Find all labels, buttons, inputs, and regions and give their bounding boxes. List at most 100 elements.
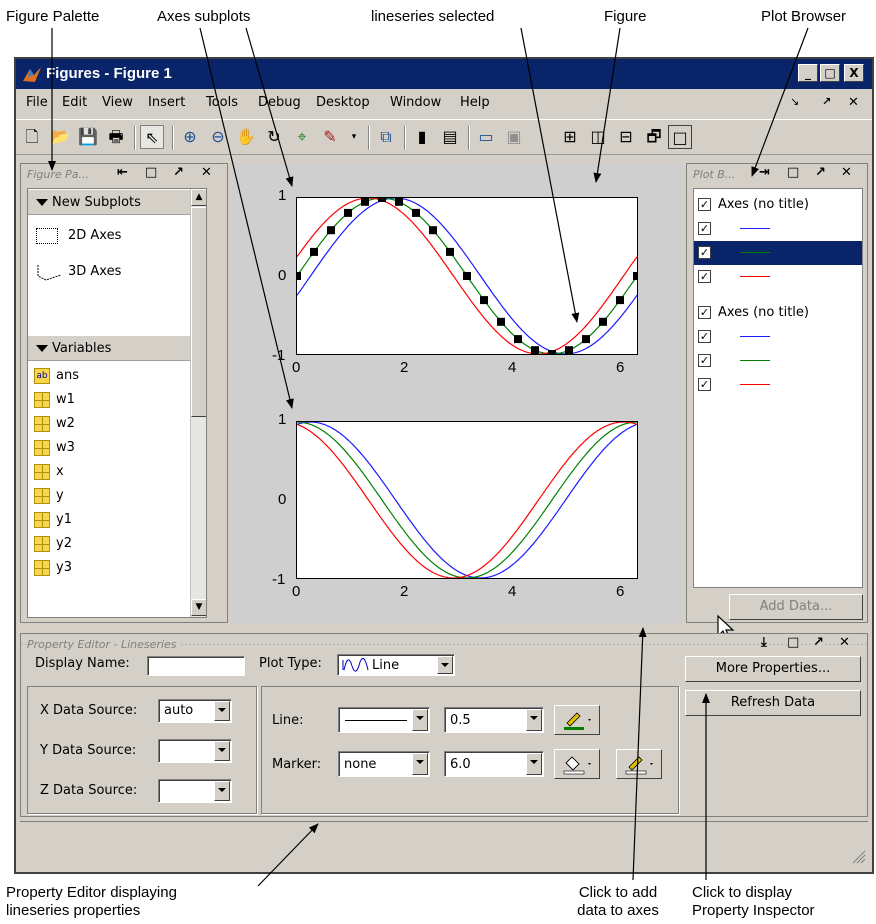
line-item[interactable]: ✓ — [698, 349, 862, 373]
x-source-select[interactable]: auto — [158, 699, 232, 723]
selection-handle[interactable] — [480, 296, 488, 305]
chevron-down-icon[interactable] — [412, 753, 428, 775]
axes-item[interactable]: ✓ Axes (no title) — [698, 301, 862, 325]
selection-handle[interactable] — [531, 346, 539, 354]
selection-handle[interactable] — [378, 198, 386, 202]
selection-handle[interactable] — [361, 198, 369, 206]
selection-handle[interactable] — [582, 335, 590, 344]
chevron-down-icon[interactable] — [214, 701, 230, 721]
pin-icon[interactable]: ⇥ — [759, 165, 770, 180]
selection-handle[interactable] — [548, 350, 556, 354]
axes-bottom-plot[interactable] — [297, 422, 637, 578]
menu-tools[interactable]: Tools — [206, 95, 238, 110]
axes-checkbox[interactable]: ✓ — [698, 198, 711, 211]
palette-scrollbar[interactable]: ▲ ▼ — [190, 189, 206, 617]
marker-size-select[interactable]: 6.0 — [444, 751, 544, 777]
new-subplots-section[interactable]: New Subplots — [28, 189, 206, 215]
close-panel-icon[interactable]: ✕ — [201, 165, 212, 180]
data-cursor-icon[interactable]: ⌖ — [290, 125, 314, 149]
maximize-layout-icon[interactable]: □ — [668, 125, 692, 149]
selection-handle[interactable] — [633, 272, 637, 280]
line-item-selected[interactable]: ✓ — [694, 241, 862, 265]
scroll-up-icon[interactable]: ▲ — [191, 189, 206, 206]
series-line-red[interactable] — [297, 422, 637, 578]
more-properties-button[interactable]: More Properties... — [685, 656, 861, 682]
scroll-thumb[interactable] — [191, 207, 206, 417]
minimize-panel-icon[interactable]: ⤓ — [761, 635, 767, 650]
undock-panel-icon[interactable]: ↗ — [173, 165, 184, 180]
add-data-button[interactable]: Add Data... — [729, 594, 863, 620]
menu-desktop[interactable]: Desktop — [316, 95, 370, 110]
menu-view[interactable]: View — [102, 95, 133, 110]
hide-plot-tools-icon[interactable]: ▭ — [474, 125, 498, 149]
open-folder-icon[interactable]: 📂 — [48, 125, 72, 149]
menu-debug[interactable]: Debug — [258, 95, 301, 110]
marker-select[interactable]: none — [338, 751, 430, 777]
chevron-down-icon[interactable] — [214, 781, 230, 801]
selection-handle[interactable] — [327, 226, 335, 235]
line-checkbox[interactable]: ✓ — [698, 378, 711, 391]
brush-dropdown-icon[interactable]: ▾ — [342, 125, 366, 149]
menu-file[interactable]: File — [26, 95, 48, 110]
close-panel-icon[interactable]: ✕ — [839, 635, 850, 650]
new-file-icon[interactable]: 🗋 — [20, 125, 44, 149]
refresh-data-button[interactable]: Refresh Data — [685, 690, 861, 716]
tile-grid-icon[interactable]: ⊞ — [558, 125, 582, 149]
select-arrow-icon[interactable]: ⇖ — [140, 125, 164, 149]
line-checkbox[interactable]: ✓ — [698, 222, 711, 235]
selection-handle[interactable] — [344, 208, 352, 217]
selection-handle[interactable] — [446, 247, 454, 256]
y-source-select[interactable] — [158, 739, 232, 763]
scroll-down-icon[interactable]: ▼ — [191, 599, 206, 616]
resize-grip-icon[interactable] — [852, 850, 866, 864]
selection-handle[interactable] — [599, 317, 607, 326]
line-item[interactable]: ✓ — [698, 265, 862, 289]
display-name-input[interactable] — [147, 656, 245, 676]
legend-icon[interactable]: ▤ — [438, 125, 462, 149]
colorbar-icon[interactable]: ▮ — [410, 125, 434, 149]
line-item[interactable]: ✓ — [698, 325, 862, 349]
selection-handle[interactable] — [565, 346, 573, 354]
dock-icon[interactable]: ↘ — [790, 95, 799, 108]
maximize-panel-icon[interactable]: □ — [145, 165, 157, 180]
show-plot-tools-icon[interactable]: ▣ — [502, 125, 526, 149]
axes-2d-item[interactable]: 2D Axes — [36, 225, 196, 247]
line-checkbox[interactable]: ✓ — [698, 330, 711, 343]
line-checkbox[interactable]: ✓ — [698, 270, 711, 283]
marker-face-color-button[interactable] — [554, 749, 600, 779]
menu-window[interactable]: Window — [390, 95, 441, 110]
selection-handle[interactable] — [616, 296, 624, 305]
brush-icon[interactable]: ✎ — [318, 125, 342, 149]
selection-handle[interactable] — [395, 198, 403, 206]
link-plot-icon[interactable]: ⧉ — [374, 125, 398, 149]
selection-handle[interactable] — [497, 317, 505, 326]
minimize-button[interactable]: _ — [798, 64, 818, 82]
float-icon[interactable]: 🗗 — [642, 125, 666, 149]
tile-rows-icon[interactable]: ⊟ — [614, 125, 638, 149]
undock-icon[interactable]: ↗ — [822, 95, 831, 108]
zoom-out-icon[interactable]: ⊖ — [206, 125, 230, 149]
print-icon[interactable]: 🖶 — [104, 125, 128, 149]
line-width-select[interactable]: 0.5 — [444, 707, 544, 733]
close-figure-icon[interactable]: ✕ — [848, 95, 859, 110]
line-item[interactable]: ✓ — [698, 217, 862, 241]
pan-hand-icon[interactable]: ✋ — [234, 125, 258, 149]
save-icon[interactable]: 💾 — [76, 125, 100, 149]
line-style-select[interactable] — [338, 707, 430, 733]
rotate-3d-icon[interactable]: ↻ — [262, 125, 286, 149]
plot-type-select[interactable]: Line — [337, 654, 455, 676]
selection-handle[interactable] — [514, 335, 522, 344]
menu-edit[interactable]: Edit — [62, 95, 87, 110]
line-item[interactable]: ✓ — [698, 373, 862, 397]
axes-top[interactable] — [296, 197, 638, 355]
tile-columns-icon[interactable]: ◫ — [586, 125, 610, 149]
pin-icon[interactable]: ⇤ — [117, 165, 128, 180]
axes-item[interactable]: ✓ Axes (no title) — [698, 193, 862, 217]
line-color-button[interactable] — [554, 705, 600, 735]
undock-panel-icon[interactable]: ↗ — [815, 165, 826, 180]
close-button[interactable]: X — [844, 64, 864, 82]
axes-checkbox[interactable]: ✓ — [698, 306, 711, 319]
axes-bottom[interactable] — [296, 421, 638, 579]
selection-handle[interactable] — [297, 272, 301, 280]
maximize-button[interactable]: □ — [820, 64, 840, 82]
